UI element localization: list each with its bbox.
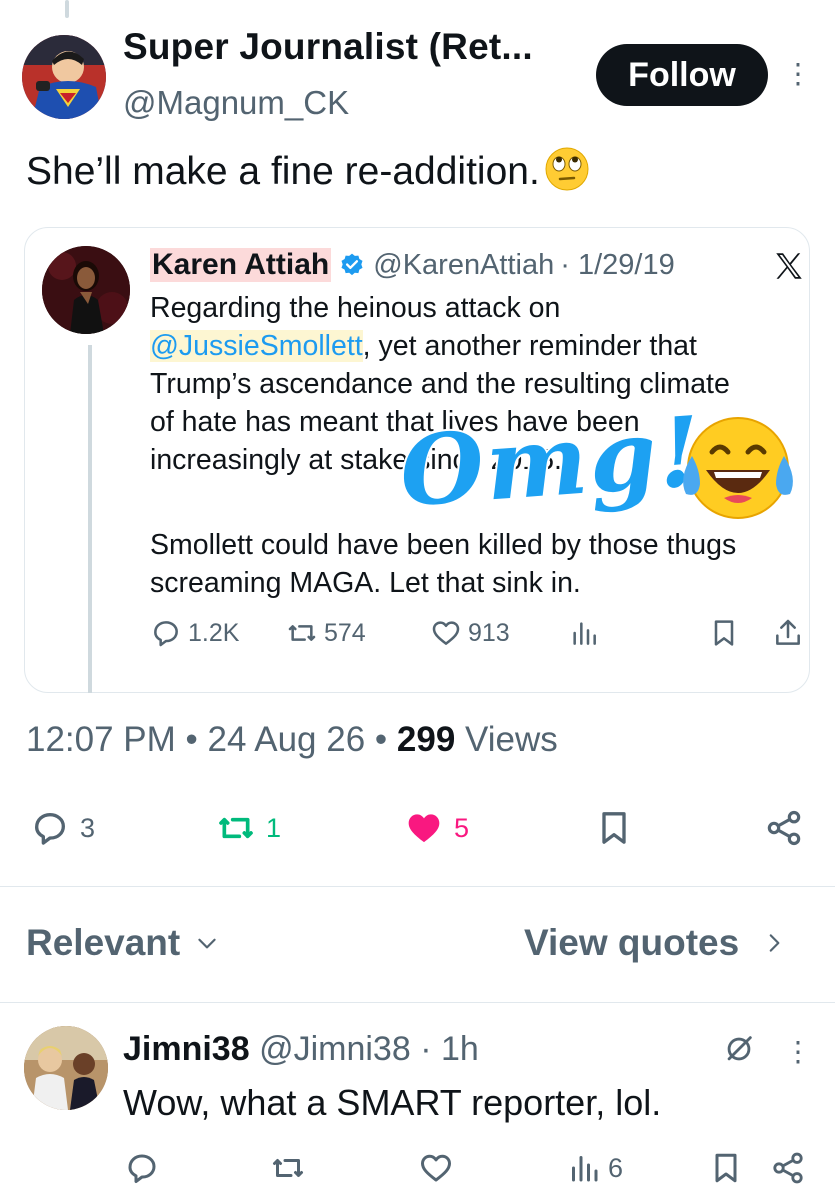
reply-count: 3 xyxy=(80,812,96,843)
quoted-author-handle[interactable]: @KarenAttiah xyxy=(373,249,554,282)
retweet-icon xyxy=(288,625,316,641)
share-icon xyxy=(776,619,800,645)
tweet-text-body: She’ll make a fine re-addition. xyxy=(26,150,540,193)
more-options-icon[interactable]: ⋮ xyxy=(784,60,812,88)
reply-icon xyxy=(154,621,178,647)
author-handle[interactable]: @Magnum_CK xyxy=(123,84,349,122)
reply-icon xyxy=(35,813,65,845)
sort-label: Relevant xyxy=(26,922,181,963)
reply-retweet-button[interactable] xyxy=(270,1150,316,1186)
reply-views-count: 6 xyxy=(608,1152,624,1183)
tweet-timestamp[interactable]: 12:07 PM • 24 Aug 26 • 299 Views xyxy=(26,720,558,760)
author-avatar[interactable] xyxy=(22,35,106,119)
reply-author-handle[interactable]: @Jimni38 xyxy=(259,1030,411,1068)
quoted-views-button[interactable] xyxy=(568,617,606,649)
bookmark-icon xyxy=(715,1153,737,1183)
reply-icon xyxy=(128,1154,156,1183)
tweet-text: She’ll make a fine re-addition. xyxy=(26,146,590,194)
share-button[interactable] xyxy=(764,808,814,848)
grok-icon[interactable] xyxy=(722,1032,756,1066)
quoted-bookmark-button[interactable] xyxy=(708,617,746,649)
reply-reply-button[interactable] xyxy=(124,1150,170,1186)
thread-line xyxy=(65,0,69,18)
heart-icon xyxy=(421,1154,451,1182)
quoted-author-row: Karen Attiah @KarenAttiah · 1/29/19 xyxy=(150,248,675,282)
view-quotes-label: View quotes xyxy=(524,922,740,963)
reply-actions-bar: 6 xyxy=(0,1150,835,1190)
quoted-author-name[interactable]: Karen Attiah xyxy=(150,248,332,282)
like-button[interactable]: 5 xyxy=(404,808,469,848)
quoted-text-segment: , yet another reminder that xyxy=(362,330,697,362)
like-count: 5 xyxy=(454,812,470,843)
quoted-share-button[interactable] xyxy=(772,617,810,649)
follow-button[interactable]: Follow xyxy=(596,44,768,106)
analytics-icon xyxy=(573,622,596,645)
retweet-icon xyxy=(219,817,253,839)
reply-button[interactable]: 3 xyxy=(30,808,95,848)
chevron-right-icon xyxy=(769,934,780,952)
reply-bookmark-button[interactable] xyxy=(708,1150,754,1186)
reply-more-options-icon[interactable]: ⋮ xyxy=(784,1038,812,1066)
chevron-down-icon xyxy=(198,938,216,949)
retweet-button[interactable]: 1 xyxy=(216,808,281,848)
view-quotes-link[interactable]: View quotes xyxy=(524,922,787,964)
section-divider xyxy=(0,886,835,887)
tweet-actions-bar: 3 1 5 xyxy=(0,808,835,852)
quoted-like-button[interactable]: 913 xyxy=(430,617,510,649)
quoted-like-count: 913 xyxy=(468,618,510,647)
bookmark-icon xyxy=(602,812,626,844)
views-count: 299 xyxy=(396,720,456,759)
retweet-count: 1 xyxy=(266,812,282,843)
mention-link[interactable]: @JussieSmollett xyxy=(150,330,363,362)
reply-text: Wow, what a SMART reporter, lol. xyxy=(123,1082,662,1123)
bookmark-icon xyxy=(714,620,734,646)
tears-of-joy-emoji-icon xyxy=(683,417,793,519)
quoted-text-line: Smollett could have been killed by those… xyxy=(150,529,737,561)
quoted-reply-button[interactable]: 1.2K xyxy=(150,617,239,649)
heart-filled-icon xyxy=(408,814,440,843)
quoted-text-line: screaming MAGA. Let that sink in. xyxy=(150,567,581,599)
eye-roll-emoji-icon xyxy=(545,147,589,191)
quoted-text-line: @JussieSmollett, yet another reminder th… xyxy=(150,327,697,365)
retweet-icon xyxy=(273,1159,303,1177)
quoted-actions-bar: 1.2K 574 913 xyxy=(0,617,835,657)
reply-time: · 1h xyxy=(420,1030,479,1068)
quoted-reply-count: 1.2K xyxy=(188,618,240,647)
timestamp-text: 12:07 PM • 24 Aug 26 • xyxy=(26,720,388,759)
bookmark-button[interactable] xyxy=(594,808,644,848)
quoted-retweet-button[interactable]: 574 xyxy=(286,617,366,649)
quoted-text-line: Trump’s ascendance and the resulting cli… xyxy=(150,368,730,400)
quoted-author-avatar[interactable] xyxy=(42,246,130,334)
reply-author-row: Jimni38 @Jimni38 · 1h xyxy=(123,1030,479,1069)
author-name[interactable]: Super Journalist (Ret... xyxy=(123,26,533,68)
verified-badge-icon xyxy=(341,253,363,276)
analytics-icon xyxy=(572,1156,598,1182)
reply-share-button[interactable] xyxy=(770,1150,816,1186)
sort-replies-dropdown[interactable]: Relevant xyxy=(26,922,220,964)
x-logo-icon[interactable] xyxy=(772,249,806,283)
quoted-retweet-count: 574 xyxy=(324,618,366,647)
section-divider xyxy=(0,1002,835,1003)
views-label: Views xyxy=(465,720,558,759)
reply-author-avatar[interactable] xyxy=(24,1026,108,1110)
share-nodes-icon xyxy=(773,1152,803,1184)
reply-views-button[interactable]: 6 xyxy=(566,1150,623,1186)
reply-like-button[interactable] xyxy=(418,1150,464,1186)
quoted-date: · 1/29/19 xyxy=(560,248,675,281)
heart-icon xyxy=(432,621,460,645)
quoted-text-line: Regarding the heinous attack on xyxy=(150,292,561,324)
reply-author-name[interactable]: Jimni38 xyxy=(123,1030,250,1068)
share-nodes-icon xyxy=(767,810,801,846)
omg-sticker-text: Omg! xyxy=(394,393,708,531)
